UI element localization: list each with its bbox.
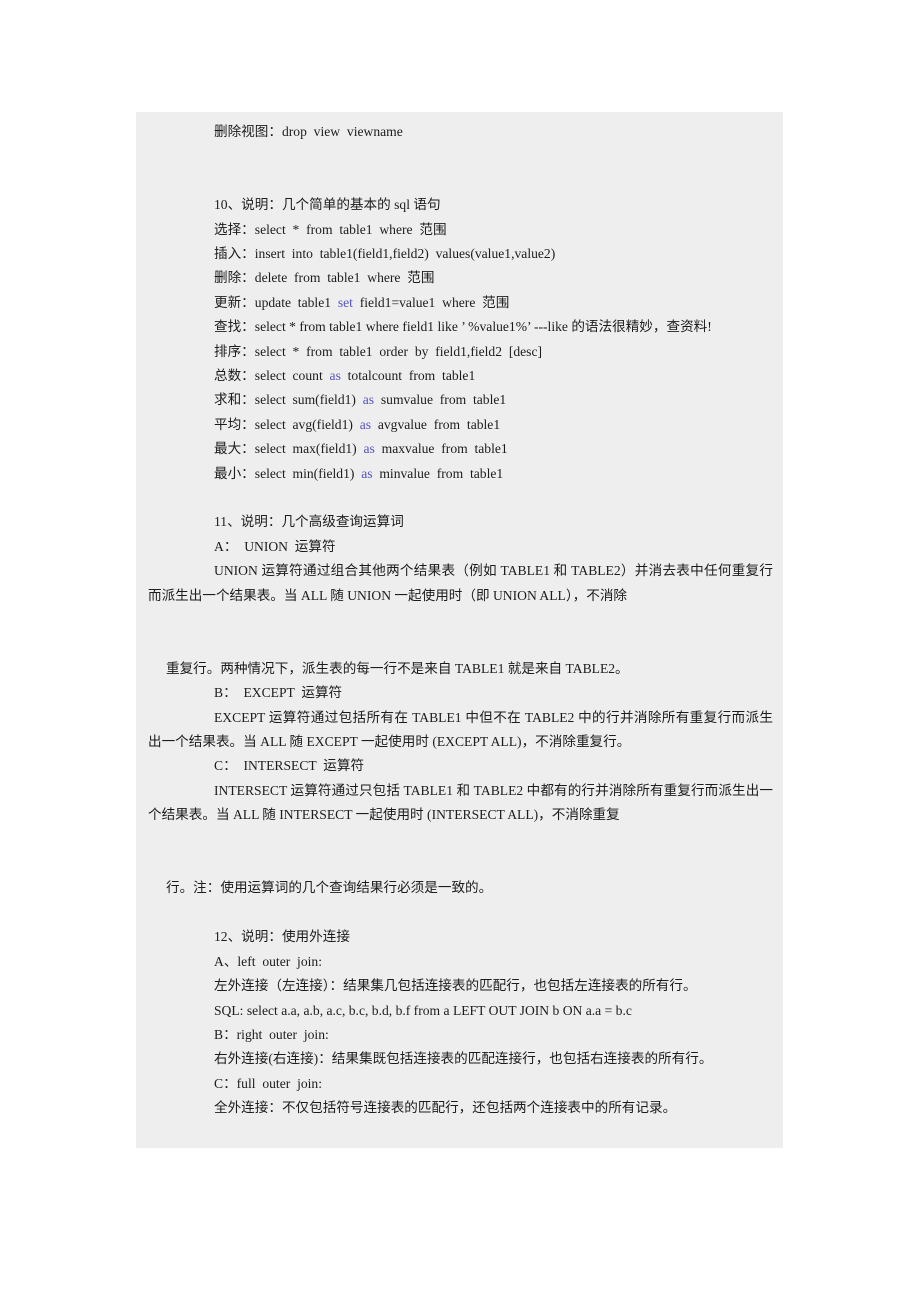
doc-spacer-gap-4 <box>148 828 773 852</box>
sql-text-suffix: maxvalue from table1 <box>374 441 508 457</box>
doc-line-union-desc: UNION 运算符通过组合其他两个结果表（例如 TABLE1 和 TABLE2）… <box>148 563 773 603</box>
doc-line-union-label: A： UNION 运算符 <box>214 538 336 554</box>
doc-line-left-join-desc: 左外连接（左连接）：结果集几包括连接表的匹配行，也包括左连接表的所有行。 <box>214 978 697 994</box>
doc-line-heading-11: 11、说明：几个高级查询运算词 <box>214 514 404 530</box>
doc-line-right-join-label: B：right outer join: <box>214 1026 329 1042</box>
doc-line-min-line: 最小：select min(field1) as minvalue from t… <box>148 462 773 486</box>
doc-line-intersect-label: C： INTERSECT 运算符 <box>214 758 365 774</box>
doc-line-select-line: 选择：select * from table1 where 范围 <box>214 221 447 237</box>
sql-keyword: as <box>362 392 375 408</box>
sql-text-suffix: totalcount from table1 <box>340 368 476 384</box>
doc-line-left-join-sql: SQL: select a.a, a.b, a.c, b.c, b.d, b.f… <box>214 1002 632 1018</box>
document-content-block: 删除视图：drop view viewname 10、说明：几个简单的基本的 sq… <box>136 112 783 1148</box>
sql-keyword: set <box>337 294 353 310</box>
document-page: 删除视图：drop view viewname 10、说明：几个简单的基本的 sq… <box>0 0 920 1302</box>
doc-line-count-line: 总数：select count as totalcount from table… <box>148 364 773 388</box>
sql-keyword: as <box>359 416 372 432</box>
doc-line-except-label: B： EXCEPT 运算符 <box>214 685 343 701</box>
doc-line-except-desc: EXCEPT 运算符通过包括所有在 TABLE1 中但不在 TABLE2 中的行… <box>148 709 773 750</box>
doc-line-intersect-desc: INTERSECT 运算符通过只包括 TABLE1 和 TABLE2 中都有的行… <box>148 782 773 823</box>
doc-line-insert-line: 插入：insert into table1(field1,field2) val… <box>214 246 556 261</box>
document-text-body: 删除视图：drop view viewname 10、说明：几个简单的基本的 sq… <box>136 120 783 1121</box>
sql-keyword: as <box>329 368 341 384</box>
doc-spacer-gap-5 <box>148 901 773 925</box>
sql-text-suffix: avgvalue from table1 <box>371 416 501 432</box>
sql-text-prefix: 更新：update table1 <box>214 294 338 310</box>
doc-line-full-join-desc: 全外连接：不仅包括符号连接表的匹配行，还包括两个连接表中的所有记录。 <box>214 1100 677 1116</box>
doc-spacer-gap-4b <box>148 852 773 876</box>
sql-text-suffix: sumvalue from table1 <box>374 392 507 408</box>
doc-line-heading-10: 10、说明：几个简单的基本的 sql 语句 <box>214 197 441 213</box>
doc-spacer-gap-1 <box>148 144 773 168</box>
sql-keyword: as <box>361 465 373 481</box>
doc-line-drop-view: 删除视图：drop view viewname <box>214 124 403 139</box>
doc-line-order-line: 排序：select * from table1 order by field1,… <box>214 343 543 359</box>
doc-line-find-line: 查找：select * from table1 where field1 lik… <box>214 319 712 335</box>
doc-line-note-line: 行。注：使用运算词的几个查询结果行必须是一致的。 <box>166 880 493 896</box>
doc-line-union-desc2: 重复行。两种情况下，派生表的每一行不是来自 TABLE1 就是来自 TABLE2… <box>166 660 629 676</box>
sql-keyword: as <box>363 441 375 457</box>
sql-text-suffix: field1=value1 where 范围 <box>352 294 510 310</box>
doc-spacer-gap-3b <box>148 632 773 656</box>
doc-line-left-join-label: A、left outer join: <box>214 953 322 969</box>
doc-line-delete-line: 删除：delete from table1 where 范围 <box>214 270 435 286</box>
doc-spacer-gap-3 <box>148 608 773 632</box>
doc-line-max-line: 最大：select max(field1) as maxvalue from t… <box>148 437 773 461</box>
doc-spacer-gap-1b <box>148 169 773 193</box>
doc-spacer-gap-2 <box>148 486 773 510</box>
doc-line-heading-12: 12、说明：使用外连接 <box>214 929 350 945</box>
doc-line-full-join-label: C：full outer join: <box>214 1075 322 1091</box>
sql-text-suffix: minvalue from table1 <box>372 465 504 481</box>
sql-text-prefix: 平均：select avg(field1) <box>214 416 360 432</box>
sql-text-prefix: 最大：select max(field1) <box>214 441 364 457</box>
sql-text-prefix: 最小：select min(field1) <box>214 465 362 481</box>
doc-line-avg-line: 平均：select avg(field1) as avgvalue from t… <box>148 413 773 437</box>
sql-text-prefix: 总数：select count <box>214 368 330 384</box>
sql-text-prefix: 求和：select sum(field1) <box>214 392 363 408</box>
doc-line-update-line: 更新：update table1 set field1=value1 where… <box>148 291 773 315</box>
doc-line-right-join-desc: 右外连接(右连接)：结果集既包括连接表的匹配连接行，也包括右连接表的所有行。 <box>214 1051 713 1067</box>
doc-line-sum-line: 求和：select sum(field1) as sumvalue from t… <box>148 388 773 412</box>
